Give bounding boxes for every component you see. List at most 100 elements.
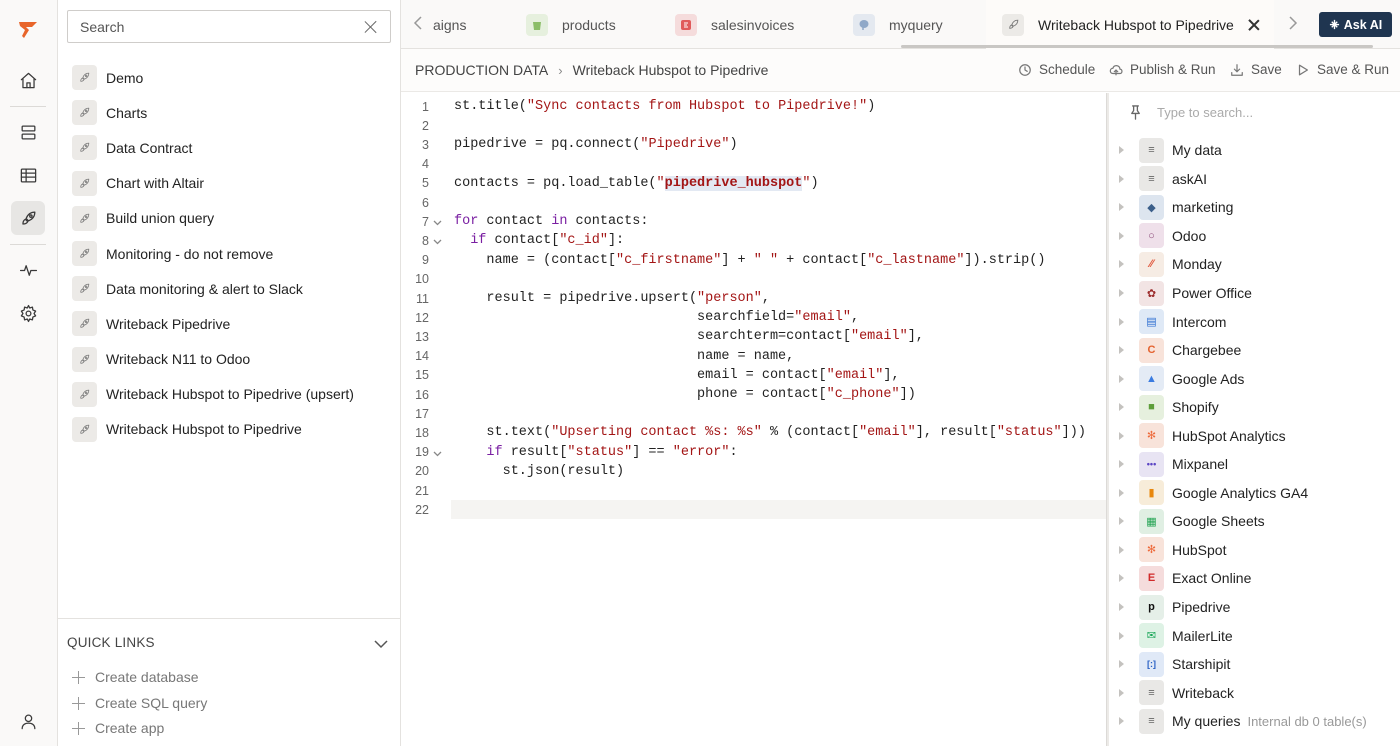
expand-caret-icon[interactable] xyxy=(1119,517,1124,526)
tab-campaigns[interactable]: aigns xyxy=(433,0,466,49)
code-line[interactable]: 22 xyxy=(401,500,1107,519)
expand-caret-icon[interactable] xyxy=(1119,346,1124,355)
data-source-item[interactable]: ≡ Writeback xyxy=(1109,678,1400,707)
expand-caret-icon[interactable] xyxy=(1119,574,1124,583)
expand-caret-icon[interactable] xyxy=(1119,260,1124,269)
expand-caret-icon[interactable] xyxy=(1119,460,1124,469)
apps-rocket-icon[interactable] xyxy=(11,201,45,235)
code-line[interactable]: 2 xyxy=(401,116,1107,135)
data-source-item[interactable]: ◆ marketing xyxy=(1109,193,1400,222)
tab-myquery[interactable]: myquery xyxy=(853,0,943,49)
expand-caret-icon[interactable] xyxy=(1119,631,1124,640)
code-line[interactable]: 6 xyxy=(401,193,1107,212)
data-source-item[interactable]: ≡ My queries Internal db 0 table(s) xyxy=(1109,707,1400,736)
app-list-item[interactable]: Demo xyxy=(72,60,392,95)
expand-caret-icon[interactable] xyxy=(1119,174,1124,183)
code-line[interactable]: 18 st.text("Upserting contact %s: %s" % … xyxy=(401,423,1107,442)
expand-caret-icon[interactable] xyxy=(1119,488,1124,497)
app-list-item[interactable]: Monitoring - do not remove xyxy=(72,236,392,271)
settings-gear-icon[interactable] xyxy=(11,296,45,330)
home-icon[interactable] xyxy=(11,63,45,97)
data-source-item[interactable]: ▲ Google Ads xyxy=(1109,364,1400,393)
app-list-item[interactable]: Data monitoring & alert to Slack xyxy=(72,271,392,306)
expand-caret-icon[interactable] xyxy=(1119,603,1124,612)
app-list-item[interactable]: Writeback Hubspot to Pipedrive xyxy=(72,412,392,447)
code-line[interactable]: 15 email = contact["email"], xyxy=(401,366,1107,385)
app-list-item[interactable]: Writeback N11 to Odoo xyxy=(72,342,392,377)
data-source-item[interactable]: E Exact Online xyxy=(1109,564,1400,593)
code-line[interactable]: 20 st.json(result) xyxy=(401,462,1107,481)
expand-caret-icon[interactable] xyxy=(1119,231,1124,240)
app-list-item[interactable]: Data Contract xyxy=(72,130,392,165)
code-line[interactable]: 19 if result["status"] == "error": xyxy=(401,443,1107,462)
user-profile-icon[interactable] xyxy=(11,704,45,738)
close-tab-icon[interactable] xyxy=(1248,19,1260,31)
app-search-input[interactable] xyxy=(80,18,364,35)
data-source-item[interactable]: ✉ MailerLite xyxy=(1109,621,1400,650)
data-source-item[interactable]: ✻ HubSpot xyxy=(1109,536,1400,565)
tab-writeback-hubspot-to-pipedrive[interactable]: Writeback Hubspot to Pipedrive xyxy=(986,0,1274,49)
data-source-item[interactable]: ••• Mixpanel xyxy=(1109,450,1400,479)
data-source-item[interactable]: C Chargebee xyxy=(1109,336,1400,365)
fold-chevron-icon[interactable] xyxy=(433,236,442,245)
code-line[interactable]: 4 xyxy=(401,155,1107,174)
code-line[interactable]: 11 result = pipedrive.upsert("person", xyxy=(401,289,1107,308)
publish-run-button[interactable]: Publish & Run xyxy=(1109,62,1216,77)
peliqan-logo-icon[interactable] xyxy=(11,13,45,47)
table-icon[interactable] xyxy=(11,158,45,192)
app-list-item[interactable]: Charts xyxy=(72,95,392,130)
expand-caret-icon[interactable] xyxy=(1119,688,1124,697)
monitoring-pulse-icon[interactable] xyxy=(11,253,45,287)
fold-chevron-icon[interactable] xyxy=(433,217,442,226)
code-line[interactable]: 12 searchfield="email", xyxy=(401,308,1107,327)
code-line[interactable]: 3 pipedrive = pq.connect("Pipedrive") xyxy=(401,135,1107,154)
data-source-item[interactable]: ■ Shopify xyxy=(1109,393,1400,422)
code-line[interactable]: 10 xyxy=(401,270,1107,289)
expand-caret-icon[interactable] xyxy=(1119,289,1124,297)
code-line[interactable]: 8 if contact["c_id"]: xyxy=(401,231,1107,250)
save-button[interactable]: Save xyxy=(1230,62,1282,77)
data-source-item[interactable]: ⁄⁄ Monday xyxy=(1109,250,1400,279)
data-search-input[interactable] xyxy=(1157,105,1377,120)
clear-search-icon[interactable] xyxy=(364,20,378,34)
tab-salesinvoices[interactable]: salesinvoices xyxy=(675,0,794,49)
database-icon[interactable] xyxy=(11,115,45,149)
app-list-item[interactable]: Build union query xyxy=(72,201,392,236)
data-source-item[interactable]: ≡ askAI xyxy=(1109,165,1400,194)
create-sql-query-link[interactable]: Create SQL query xyxy=(72,695,207,711)
tab-products[interactable]: products xyxy=(526,0,616,49)
data-source-item[interactable]: [:] Starshipit xyxy=(1109,650,1400,679)
code-line[interactable]: 1 st.title("Sync contacts from Hubspot to… xyxy=(401,97,1107,116)
code-line[interactable]: 13 searchterm=contact["email"], xyxy=(401,327,1107,346)
breadcrumb-root[interactable]: PRODUCTION DATA xyxy=(415,62,548,78)
data-source-item[interactable]: ≡ My data xyxy=(1109,136,1400,165)
app-list-item[interactable]: Chart with Altair xyxy=(72,166,392,201)
expand-caret-icon[interactable] xyxy=(1119,431,1124,440)
fold-chevron-icon[interactable] xyxy=(433,448,442,457)
expand-caret-icon[interactable] xyxy=(1119,545,1124,554)
data-source-item[interactable]: ✻ HubSpot Analytics xyxy=(1109,421,1400,450)
code-line[interactable]: 21 xyxy=(401,481,1107,500)
expand-caret-icon[interactable] xyxy=(1119,374,1124,383)
expand-caret-icon[interactable] xyxy=(1119,203,1124,212)
data-source-item[interactable]: ▤ Intercom xyxy=(1109,307,1400,336)
expand-caret-icon[interactable] xyxy=(1119,317,1124,326)
code-line[interactable]: 14 name = name, xyxy=(401,347,1107,366)
data-source-item[interactable]: ○ Odoo xyxy=(1109,222,1400,251)
tab-scroll-right-icon[interactable] xyxy=(1288,16,1298,30)
save-run-button[interactable]: Save & Run xyxy=(1296,62,1389,77)
expand-caret-icon[interactable] xyxy=(1119,660,1124,669)
app-list-item[interactable]: Writeback Pipedrive xyxy=(72,306,392,341)
code-line[interactable]: 16 phone = contact["c_phone"]) xyxy=(401,385,1107,404)
schedule-button[interactable]: Schedule xyxy=(1018,62,1095,77)
pin-icon[interactable] xyxy=(1129,105,1142,120)
code-line[interactable]: 9 name = (contact["c_firstname"] + " " +… xyxy=(401,251,1107,270)
expand-caret-icon[interactable] xyxy=(1119,717,1124,726)
code-editor[interactable]: 1 st.title("Sync contacts from Hubspot to… xyxy=(401,93,1107,746)
tab-scroll-left-icon[interactable] xyxy=(413,16,423,30)
ask-ai-button[interactable]: Ask AI xyxy=(1319,12,1392,37)
data-source-item[interactable]: ▮ Google Analytics GA4 xyxy=(1109,479,1400,508)
code-line[interactable]: 5 contacts = pq.load_table("pipedrive_hub… xyxy=(401,174,1107,193)
create-app-link[interactable]: Create app xyxy=(72,720,164,736)
data-source-item[interactable]: ▦ Google Sheets xyxy=(1109,507,1400,536)
